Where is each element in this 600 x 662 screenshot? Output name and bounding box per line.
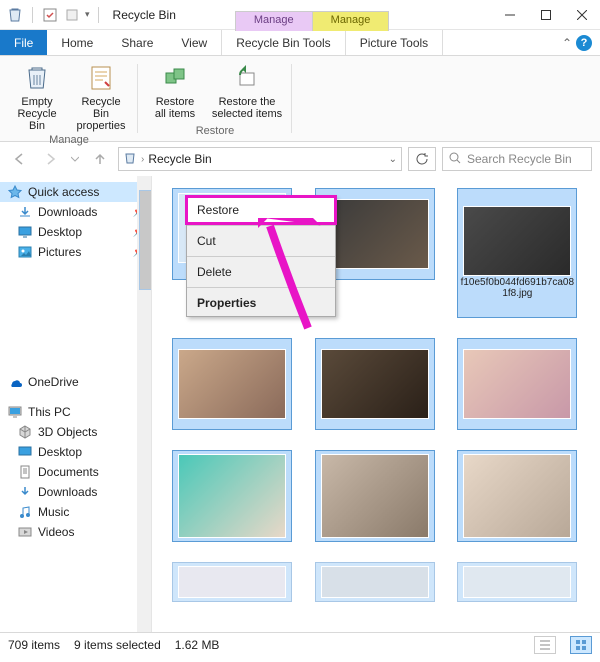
address-folder: Recycle Bin (148, 152, 211, 166)
history-dropdown[interactable] (68, 147, 82, 171)
file-item[interactable] (172, 562, 292, 602)
search-icon (449, 152, 461, 167)
desktop-icon (18, 445, 32, 459)
file-item[interactable] (172, 338, 292, 430)
sidebar-music[interactable]: Music (0, 502, 151, 522)
sidebar-documents[interactable]: Documents (0, 462, 151, 482)
onedrive-icon (8, 375, 22, 389)
sidebar-downloads[interactable]: Downloads📌 (0, 202, 151, 222)
sidebar-desktop[interactable]: Desktop📌 (0, 222, 151, 242)
status-selected: 9 items selected (74, 638, 161, 652)
file-tab[interactable]: File (0, 30, 47, 55)
status-size: 1.62 MB (175, 638, 220, 652)
picture-tools-tab[interactable]: Picture Tools (346, 30, 443, 55)
status-bar: 709 items 9 items selected 1.62 MB (0, 632, 600, 656)
details-view-button[interactable] (534, 636, 556, 654)
address-chevron-icon[interactable]: ⌄ (389, 154, 397, 165)
properties-sheet-icon (85, 62, 117, 94)
properties-icon[interactable] (41, 6, 59, 24)
qat-chevron-icon[interactable]: ▾ (85, 9, 90, 20)
nav-pane: Quick access Downloads📌 Desktop📌 Picture… (0, 176, 152, 632)
thumbnails-view-button[interactable] (570, 636, 592, 654)
ribbon-tabs: File Home Share View Recycle Bin Tools P… (0, 30, 600, 56)
empty-bin-icon (21, 62, 53, 94)
sidebar-scrollbar[interactable] (137, 176, 151, 632)
file-item[interactable] (457, 562, 577, 602)
restore-selected-icon (231, 62, 263, 94)
title-bar: ▾ Recycle Bin Manage Manage (0, 0, 600, 30)
music-icon (18, 505, 32, 519)
recycle-bin-addr-icon (123, 151, 137, 168)
file-item[interactable]: f10e5f0b044fd691b7ca081f8.jpg (457, 188, 577, 318)
nav-bar: › Recycle Bin ⌄ Search Recycle Bin (0, 142, 600, 176)
search-placeholder: Search Recycle Bin (467, 152, 572, 166)
file-item[interactable] (457, 450, 577, 542)
sidebar-videos[interactable]: Videos (0, 522, 151, 542)
file-item[interactable] (315, 338, 435, 430)
cube-icon (18, 425, 32, 439)
minimize-button[interactable] (492, 0, 528, 30)
menu-properties[interactable]: Properties (187, 290, 335, 316)
forward-button[interactable] (38, 147, 62, 171)
recyclebin-tools-tab[interactable]: Recycle Bin Tools (221, 30, 346, 55)
close-button[interactable] (564, 0, 600, 30)
thispc-icon (8, 405, 22, 419)
collapse-ribbon-icon[interactable]: ⌃ (562, 36, 572, 50)
menu-delete[interactable]: Delete (187, 259, 335, 285)
downloads-icon (18, 205, 32, 219)
back-button[interactable] (8, 147, 32, 171)
downloads-icon (18, 485, 32, 499)
menu-cut[interactable]: Cut (187, 228, 335, 254)
restore-all-button[interactable]: Restore all items (144, 60, 206, 120)
qat-dropdown-icon[interactable] (63, 6, 81, 24)
context-tab-recyclebin[interactable]: Manage (235, 11, 313, 31)
search-box[interactable]: Search Recycle Bin (442, 147, 592, 171)
sidebar-desktop2[interactable]: Desktop (0, 442, 151, 462)
home-tab[interactable]: Home (47, 30, 107, 55)
ribbon-help: ⌃ ? (562, 30, 592, 55)
context-tab-picture[interactable]: Manage (312, 11, 390, 31)
restore-selected-button[interactable]: Restore the selected items (208, 60, 286, 120)
address-bar[interactable]: › Recycle Bin ⌄ (118, 147, 402, 171)
quick-access-toolbar: ▾ (0, 6, 109, 24)
restore-all-icon (159, 62, 191, 94)
sidebar-downloads2[interactable]: Downloads (0, 482, 151, 502)
context-menu: Restore Cut Delete Properties (186, 196, 336, 317)
empty-recycle-bin-button[interactable]: Empty Recycle Bin (6, 60, 68, 132)
sidebar-quick-access[interactable]: Quick access (0, 182, 151, 202)
help-icon[interactable]: ? (576, 35, 592, 51)
refresh-button[interactable] (408, 147, 436, 171)
file-item[interactable] (315, 562, 435, 602)
view-tab[interactable]: View (167, 30, 221, 55)
sidebar-onedrive[interactable]: OneDrive (0, 372, 151, 392)
ribbon-group-restore: Restore all items Restore the selected i… (138, 56, 292, 141)
maximize-button[interactable] (528, 0, 564, 30)
recycle-bin-properties-button[interactable]: Recycle Bin properties (70, 60, 132, 132)
star-icon (8, 185, 22, 199)
up-button[interactable] (88, 147, 112, 171)
desktop-icon (18, 225, 32, 239)
recycle-bin-icon (6, 6, 24, 24)
sidebar-pictures[interactable]: Pictures📌 (0, 242, 151, 262)
file-item[interactable] (172, 450, 292, 542)
pictures-icon (18, 245, 32, 259)
file-item[interactable] (315, 450, 435, 542)
documents-icon (18, 465, 32, 479)
sidebar-3d-objects[interactable]: 3D Objects (0, 422, 151, 442)
file-item[interactable] (457, 338, 577, 430)
video-icon (18, 525, 32, 539)
sidebar-this-pc[interactable]: This PC (0, 402, 151, 422)
ribbon: Empty Recycle Bin Recycle Bin properties… (0, 56, 600, 142)
menu-restore[interactable]: Restore (187, 197, 335, 223)
window-title: Recycle Bin (109, 8, 176, 22)
ribbon-group-manage: Empty Recycle Bin Recycle Bin properties… (0, 56, 138, 141)
status-item-count: 709 items (8, 638, 60, 652)
share-tab[interactable]: Share (107, 30, 167, 55)
